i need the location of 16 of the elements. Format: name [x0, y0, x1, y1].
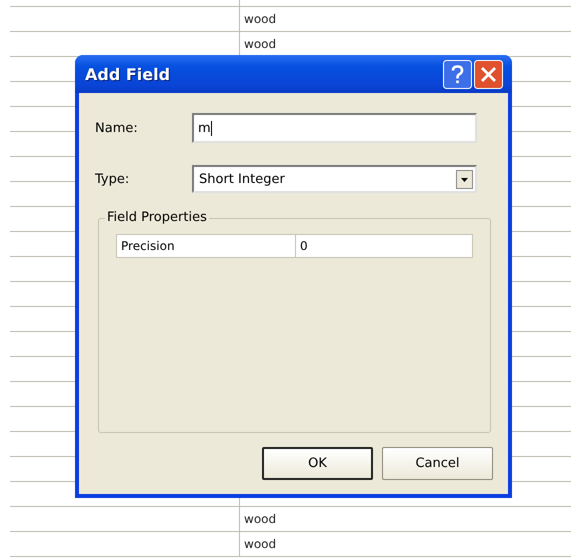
dialog-button[interactable]: OK [262, 447, 373, 480]
window-title: Add Field [85, 64, 170, 84]
group-title: Field Properties [105, 210, 209, 225]
table-cell: wood [244, 537, 276, 551]
table-cell: wood [244, 12, 276, 26]
name-field[interactable]: m [192, 113, 477, 143]
field-label: Type: [95, 172, 130, 186]
field-label: Name: [95, 120, 139, 136]
type-dropdown[interactable]: Short Integer [192, 165, 477, 193]
table-cell: wood [244, 512, 276, 526]
help-icon[interactable] [443, 60, 472, 88]
close-icon[interactable] [474, 60, 503, 88]
table-cell: wood [244, 37, 276, 51]
dialog-button[interactable]: Cancel [382, 447, 493, 480]
property-value[interactable]: 0 [296, 235, 472, 257]
property-name: Precision [117, 235, 296, 257]
